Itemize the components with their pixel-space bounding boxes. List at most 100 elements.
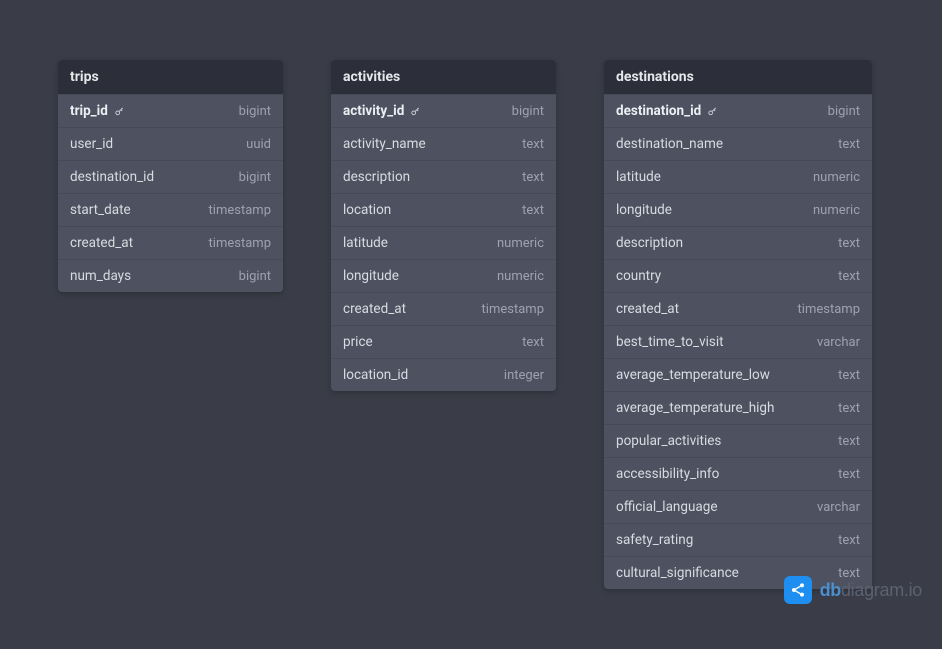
column-row[interactable]: destination_name text: [604, 127, 872, 160]
column-name: location_id: [343, 367, 408, 383]
column-row[interactable]: start_date timestamp: [58, 193, 283, 226]
column-row[interactable]: accessibility_info text: [604, 457, 872, 490]
table-title[interactable]: activities: [331, 60, 556, 94]
column-type: text: [838, 533, 860, 548]
column-row[interactable]: popular_activities text: [604, 424, 872, 457]
column-row[interactable]: average_temperature_low text: [604, 358, 872, 391]
column-row[interactable]: official_language varchar: [604, 490, 872, 523]
diagram-canvas[interactable]: tripstrip_idbigintuser_iduuiddestination…: [0, 0, 942, 649]
column-row[interactable]: description text: [604, 226, 872, 259]
column-type: text: [838, 269, 860, 284]
column-name: best_time_to_visit: [616, 334, 724, 350]
column-name: user_id: [70, 136, 113, 152]
column-name: country: [616, 268, 661, 284]
column-type: text: [522, 335, 544, 350]
column-name: location: [343, 202, 391, 218]
column-type: bigint: [239, 269, 271, 284]
column-name: created_at: [616, 301, 679, 317]
column-row[interactable]: latitude numeric: [604, 160, 872, 193]
table-title[interactable]: destinations: [604, 60, 872, 94]
column-row[interactable]: longitude numeric: [604, 193, 872, 226]
table-trips[interactable]: tripstrip_idbigintuser_iduuiddestination…: [58, 60, 283, 292]
column-name: created_at: [343, 301, 406, 317]
column-name: activity_id: [343, 103, 421, 119]
column-type: varchar: [817, 335, 860, 350]
column-name: description: [343, 169, 410, 185]
column-row[interactable]: safety_rating text: [604, 523, 872, 556]
column-type: timestamp: [482, 302, 544, 317]
column-row[interactable]: latitude numeric: [331, 226, 556, 259]
column-row[interactable]: created_at timestamp: [58, 226, 283, 259]
column-type: text: [522, 137, 544, 152]
column-type: uuid: [246, 137, 271, 152]
column-row[interactable]: location text: [331, 193, 556, 226]
column-name: created_at: [70, 235, 133, 251]
column-type: bigint: [239, 104, 271, 119]
column-row[interactable]: country text: [604, 259, 872, 292]
column-type: timestamp: [209, 203, 271, 218]
column-name: longitude: [616, 202, 672, 218]
column-row[interactable]: destination_idbigint: [604, 94, 872, 127]
column-type: bigint: [239, 170, 271, 185]
column-name: destination_name: [616, 136, 723, 152]
column-type: timestamp: [798, 302, 860, 317]
column-row[interactable]: user_id uuid: [58, 127, 283, 160]
column-name: destination_id: [70, 169, 154, 185]
column-row[interactable]: created_at timestamp: [331, 292, 556, 325]
column-name: activity_name: [343, 136, 426, 152]
column-type: bigint: [512, 104, 544, 119]
column-name: popular_activities: [616, 433, 721, 449]
primary-key-icon: [114, 106, 125, 117]
column-type: text: [838, 368, 860, 383]
column-name: latitude: [343, 235, 388, 251]
column-type: numeric: [497, 269, 544, 284]
column-type: text: [838, 401, 860, 416]
column-row[interactable]: activity_name text: [331, 127, 556, 160]
column-name: average_temperature_high: [616, 400, 774, 416]
column-name: num_days: [70, 268, 131, 284]
column-type: integer: [504, 368, 544, 383]
column-row[interactable]: price text: [331, 325, 556, 358]
table-destinations[interactable]: destinationsdestination_idbigintdestinat…: [604, 60, 872, 589]
column-row[interactable]: num_days bigint: [58, 259, 283, 292]
column-name: cultural_significance: [616, 565, 739, 581]
column-row[interactable]: destination_id bigint: [58, 160, 283, 193]
column-type: numeric: [813, 203, 860, 218]
column-name: official_language: [616, 499, 717, 515]
primary-key-icon: [410, 106, 421, 117]
column-row[interactable]: average_temperature_high text: [604, 391, 872, 424]
column-row[interactable]: created_at timestamp: [604, 292, 872, 325]
column-name: safety_rating: [616, 532, 693, 548]
column-type: text: [838, 434, 860, 449]
column-row[interactable]: best_time_to_visit varchar: [604, 325, 872, 358]
column-row[interactable]: location_id integer: [331, 358, 556, 391]
column-type: text: [522, 170, 544, 185]
column-name: accessibility_info: [616, 466, 719, 482]
column-type: bigint: [828, 104, 860, 119]
watermark-text: dbdiagram.io: [820, 580, 922, 601]
column-type: varchar: [817, 500, 860, 515]
column-row[interactable]: trip_id bigint: [58, 94, 283, 127]
column-row[interactable]: description text: [331, 160, 556, 193]
column-name: trip_id: [70, 103, 125, 119]
column-row[interactable]: longitude numeric: [331, 259, 556, 292]
column-type: text: [838, 467, 860, 482]
column-name: start_date: [70, 202, 131, 218]
column-type: timestamp: [209, 236, 271, 251]
column-type: text: [522, 203, 544, 218]
table-title[interactable]: trips: [58, 60, 283, 94]
column-row[interactable]: activity_id bigint: [331, 94, 556, 127]
watermark: dbdiagram.io: [784, 576, 922, 604]
column-name: description: [616, 235, 683, 251]
column-name: latitude: [616, 169, 661, 185]
column-name: average_temperature_low: [616, 367, 770, 383]
column-name: longitude: [343, 268, 399, 284]
column-type: text: [838, 236, 860, 251]
column-type: numeric: [497, 236, 544, 251]
column-type: text: [838, 137, 860, 152]
share-icon: [784, 576, 812, 604]
table-activities[interactable]: activities activity_id bigint activity_name…: [331, 60, 556, 391]
column-type: numeric: [813, 170, 860, 185]
primary-key-icon: [707, 106, 718, 117]
column-name: price: [343, 334, 373, 350]
